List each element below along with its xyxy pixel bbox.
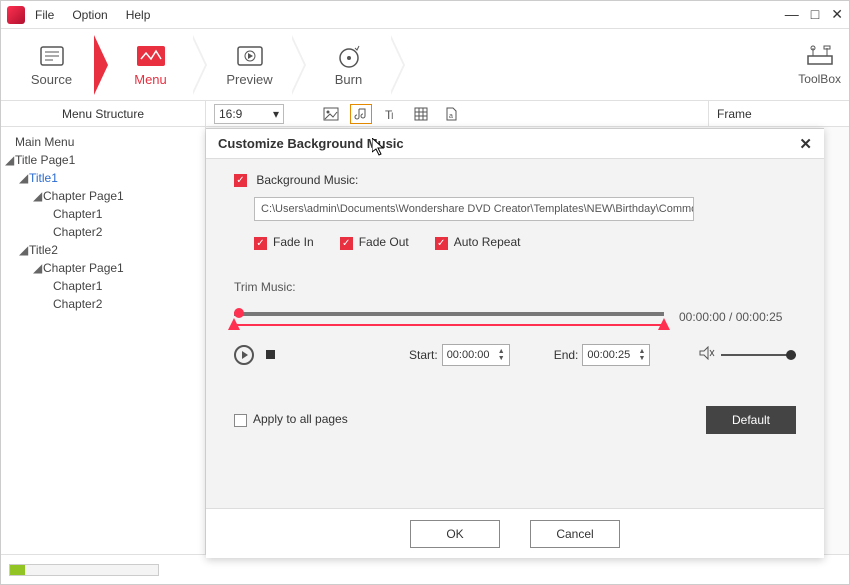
dialog-footer: OK Cancel [206, 508, 824, 558]
fadein-option[interactable]: ✓Fade In [254, 235, 314, 249]
fadeout-option[interactable]: ✓Fade Out [340, 235, 409, 249]
end-time-input[interactable]: 00:00:25 ▲▼ [582, 344, 650, 366]
apply-row: ✓Apply to all pages Default [234, 406, 796, 434]
tree-chapter2[interactable]: Chapter2 [5, 295, 201, 313]
aspect-select[interactable]: 16:9 ▾ [214, 104, 284, 124]
dialog-header: Customize Background Music ✕ [206, 129, 824, 159]
step-menu[interactable]: Menu [108, 35, 193, 95]
step-preview[interactable]: Preview [207, 35, 292, 95]
time-display: 00:00:00 / 00:00:25 [679, 310, 782, 324]
bottom-bar [1, 554, 849, 584]
cancel-button[interactable]: Cancel [530, 520, 620, 548]
menu-file[interactable]: File [35, 8, 54, 22]
tree-chapter1[interactable]: Chapter1 [5, 205, 201, 223]
frame-label: Frame [709, 101, 849, 126]
play-icon [242, 351, 248, 359]
stop-button[interactable] [266, 350, 275, 359]
playback-row: Start: 00:00:00 ▲▼ End: 00:00:25 ▲▼ [234, 344, 796, 366]
play-button[interactable] [234, 345, 254, 365]
source-icon [39, 42, 65, 70]
default-button[interactable]: Default [706, 406, 796, 434]
trim-handle-right[interactable] [658, 318, 670, 330]
menubar: File Option Help [35, 8, 150, 22]
autorepeat-option[interactable]: ✓Auto Repeat [435, 235, 521, 249]
chevron-icon [391, 35, 405, 95]
chevron-icon [193, 35, 207, 95]
apply-all-checkbox[interactable]: ✓Apply to all pages [234, 412, 348, 426]
volume-slider[interactable] [721, 354, 796, 356]
svg-text:I: I [391, 111, 394, 121]
music-tool-icon[interactable] [350, 104, 372, 124]
menu-help[interactable]: Help [126, 8, 151, 22]
menu-structure-label: Menu Structure [1, 101, 206, 126]
trim-playhead[interactable] [234, 308, 244, 318]
image-tool-icon[interactable] [320, 104, 342, 124]
grid-tool-icon[interactable] [410, 104, 432, 124]
chevron-down-icon: ▾ [273, 107, 279, 121]
titlebar: File Option Help — □ ✕ [1, 1, 849, 29]
tree-chapter2[interactable]: Chapter2 [5, 223, 201, 241]
text-tool-icon[interactable]: TI [380, 104, 402, 124]
step-nav: Source Menu Preview Burn ToolBox [1, 29, 849, 101]
trim-line [234, 312, 664, 316]
spinner-icon[interactable]: ▲▼ [638, 348, 645, 362]
bgmusic-row: ✓ Background Music: [234, 173, 796, 187]
burn-icon [336, 42, 362, 70]
tree-chapter1[interactable]: Chapter1 [5, 277, 201, 295]
file-tool-icon[interactable]: a [440, 104, 462, 124]
tree-chapter-page[interactable]: ◢Chapter Page1 [5, 259, 201, 277]
customize-music-dialog: Customize Background Music ✕ ✓ Backgroun… [206, 128, 824, 558]
chevron-icon [94, 35, 108, 95]
end-label: End: [554, 348, 579, 362]
step-burn[interactable]: Burn [306, 35, 391, 95]
spinner-icon[interactable]: ▲▼ [498, 348, 505, 362]
music-path-field[interactable]: C:\Users\admin\Documents\Wondershare DVD… [254, 197, 694, 221]
trim-handle-left[interactable] [228, 318, 240, 330]
volume-knob[interactable] [786, 350, 796, 360]
trim-label: Trim Music: [234, 280, 796, 294]
volume-control[interactable] [699, 346, 796, 363]
tree-chapter-page[interactable]: ◢Chapter Page1 [5, 187, 201, 205]
start-time-group: Start: 00:00:00 ▲▼ [409, 344, 510, 366]
menu-option[interactable]: Option [72, 8, 107, 22]
bgmusic-label: Background Music: [256, 173, 358, 187]
toolbox-icon [805, 44, 835, 72]
volume-icon [699, 346, 715, 363]
chevron-icon [292, 35, 306, 95]
start-time-input[interactable]: 00:00:00 ▲▼ [442, 344, 510, 366]
step-source[interactable]: Source [9, 35, 94, 95]
bgmusic-checkbox[interactable]: ✓ [234, 174, 247, 187]
start-label: Start: [409, 348, 438, 362]
dialog-body: ✓ Background Music: C:\Users\admin\Docum… [206, 159, 824, 508]
minimize-icon[interactable]: — [785, 6, 799, 23]
tree-title1[interactable]: ◢Title1 [5, 169, 201, 187]
menu-icon [136, 42, 166, 70]
maximize-icon[interactable]: □ [811, 6, 819, 23]
sub-toolbar: Menu Structure 16:9 ▾ TI a Frame [1, 101, 849, 127]
end-time-group: End: 00:00:25 ▲▼ [554, 344, 651, 366]
window-controls: — □ ✕ [785, 6, 843, 23]
svg-text:a: a [449, 113, 453, 120]
trim-selection [234, 324, 664, 326]
options-row: ✓Fade In ✓Fade Out ✓Auto Repeat [254, 235, 796, 249]
sub-toolbar-mid: 16:9 ▾ TI a [206, 101, 709, 126]
tree-title-page[interactable]: ◢Title Page1 [5, 151, 201, 169]
close-icon[interactable]: ✕ [831, 6, 843, 23]
progress-bar [9, 564, 159, 576]
tree-panel: Main Menu ◢Title Page1 ◢Title1 ◢Chapter … [1, 127, 206, 554]
progress-fill [10, 565, 25, 575]
toolbox-button[interactable]: ToolBox [798, 44, 841, 86]
dialog-title: Customize Background Music [218, 136, 404, 151]
ok-button[interactable]: OK [410, 520, 500, 548]
trim-track[interactable]: 00:00:00 / 00:00:25 [234, 304, 796, 336]
tree-title2[interactable]: ◢Title2 [5, 241, 201, 259]
preview-icon [236, 42, 264, 70]
dialog-close-icon[interactable]: ✕ [799, 135, 812, 153]
app-icon [7, 6, 25, 24]
tree-main-menu[interactable]: Main Menu [5, 133, 201, 151]
